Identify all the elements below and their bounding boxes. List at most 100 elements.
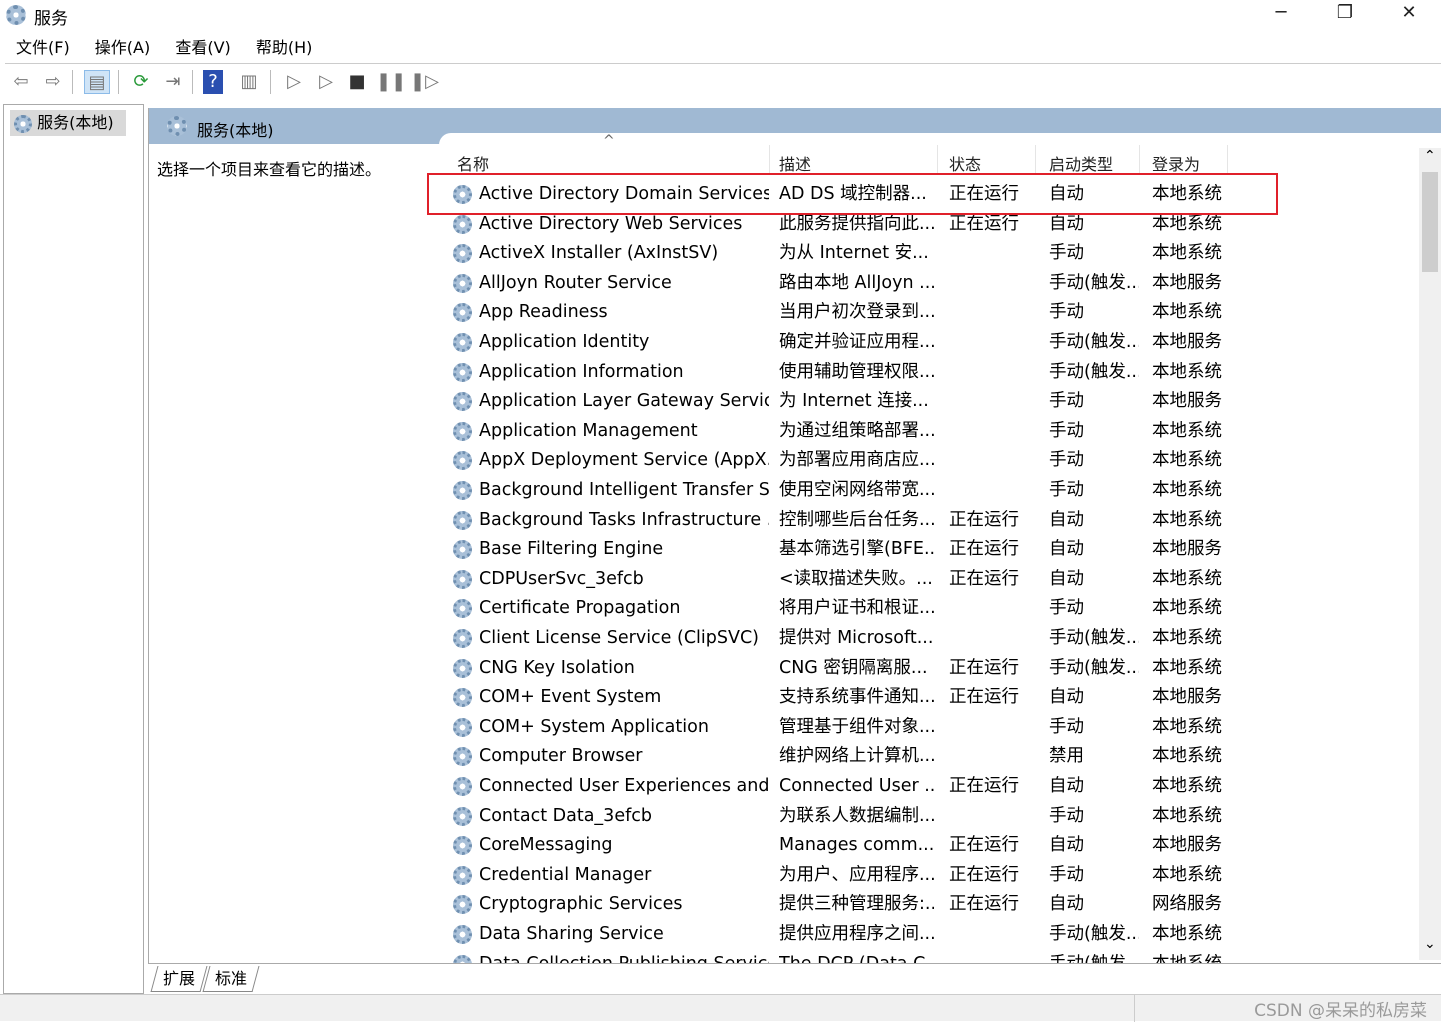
pause-service-icon[interactable]: ❚❚: [376, 70, 406, 94]
column-header-log-on-as[interactable]: 登录为: [1152, 151, 1200, 175]
service-description: CNG 密钥隔离服...: [779, 657, 928, 678]
service-log-on-as: 本地系统: [1152, 776, 1222, 796]
tab-standard[interactable]: 标准: [202, 966, 260, 992]
service-startup-type: 手动(触发...: [1049, 272, 1139, 293]
column-divider[interactable]: [1035, 145, 1036, 175]
column-divider[interactable]: [937, 145, 938, 175]
service-name: AllJoyn Router Service: [479, 272, 672, 293]
service-row[interactable]: App Readiness 当用户初次登录到... 手动 本地系统: [439, 298, 1419, 327]
tree-item-services-local[interactable]: 服务(本地): [10, 110, 126, 136]
service-gear-icon: [453, 717, 472, 737]
service-row[interactable]: Connected User Experiences and ... Connec…: [439, 772, 1419, 801]
service-name: Application Information: [479, 361, 684, 382]
service-log-on-as: 本地系统: [1152, 302, 1222, 323]
divider: [5, 63, 1441, 64]
column-header-status[interactable]: 状态: [949, 151, 981, 175]
start-service-icon[interactable]: ▷: [281, 70, 307, 94]
stop-service-icon[interactable]: ■: [344, 70, 370, 94]
service-row[interactable]: CoreMessaging Manages comm... 正在运行 自动 本地服务: [439, 831, 1419, 860]
help-icon[interactable]: ?: [203, 70, 223, 94]
column-divider[interactable]: [1139, 145, 1140, 175]
service-row[interactable]: Background Intelligent Transfer S... 使用空闲…: [439, 476, 1419, 505]
service-name: COM+ System Application: [479, 716, 709, 737]
menu-view[interactable]: 查看(V): [175, 34, 230, 62]
service-log-on-as: 本地系统: [1152, 805, 1222, 826]
show-action-pane-icon[interactable]: ▥: [236, 70, 262, 94]
menu-action[interactable]: 操作(A): [95, 34, 150, 62]
service-name: Application Management: [479, 420, 698, 441]
service-gear-icon: [453, 895, 472, 915]
service-description: Manages comm...: [779, 835, 934, 856]
service-row[interactable]: Application Information 使用辅助管理权限... 手动(触发.…: [439, 358, 1419, 387]
resume-service-icon[interactable]: ❚▷: [410, 70, 439, 94]
service-row[interactable]: Contact Data_3efcb 为联系人数据编制... 手动 本地系统: [439, 802, 1419, 831]
forward-arrow-icon[interactable]: ⇨: [40, 70, 66, 94]
service-row[interactable]: ActiveX Installer (AxInstSV) 为从 Internet …: [439, 239, 1419, 268]
column-header-name[interactable]: 名称: [457, 151, 489, 175]
service-name: CNG Key Isolation: [479, 657, 635, 678]
service-row[interactable]: Cryptographic Services 提供三种管理服务:... 正在运行 自动…: [439, 890, 1419, 919]
minimize-button[interactable]: ─: [1258, 2, 1304, 28]
service-row[interactable]: Data Collection Publishing Service The DC…: [439, 950, 1419, 963]
service-gear-icon: [453, 510, 472, 530]
service-log-on-as: 本地服务: [1152, 391, 1222, 412]
service-row[interactable]: CNG Key Isolation CNG 密钥隔离服... 正在运行 手动(触发..…: [439, 654, 1419, 683]
service-row[interactable]: Data Sharing Service 提供应用程序之间... 手动(触发... 本…: [439, 920, 1419, 949]
service-gear-icon: [453, 569, 472, 589]
service-row[interactable]: COM+ System Application 管理基于组件对象... 手动 本地系统: [439, 713, 1419, 742]
service-gear-icon: [453, 362, 472, 382]
service-row[interactable]: COM+ Event System 支持系统事件通知... 正在运行 自动 本地服务: [439, 683, 1419, 712]
close-button[interactable]: ✕: [1386, 2, 1432, 28]
service-description: 提供三种管理服务:...: [779, 894, 934, 915]
service-row[interactable]: Credential Manager 为用户、应用程序... 正在运行 手动 本地系统: [439, 861, 1419, 890]
start-service-alt-icon[interactable]: ▷: [313, 70, 339, 94]
column-divider[interactable]: [1227, 145, 1228, 175]
menu-file[interactable]: 文件(F): [16, 34, 70, 62]
menu-help[interactable]: 帮助(H): [256, 34, 313, 62]
service-log-on-as: 网络服务: [1152, 894, 1222, 915]
column-header-startup-type[interactable]: 启动类型: [1049, 151, 1113, 175]
service-row[interactable]: CDPUserSvc_3efcb <读取描述失败。... 正在运行 自动 本地系统: [439, 565, 1419, 594]
service-gear-icon: [453, 451, 472, 471]
service-name: Certificate Propagation: [479, 598, 681, 619]
service-row[interactable]: Application Management 为通过组策略部署... 手动 本地系统: [439, 417, 1419, 446]
service-log-on-as: 本地系统: [1152, 924, 1222, 944]
service-log-on-as: 本地系统: [1152, 657, 1222, 678]
service-log-on-as: 本地系统: [1152, 716, 1222, 737]
service-row[interactable]: Client License Service (ClipSVC) 提供对 Micr…: [439, 624, 1419, 653]
scroll-up-icon[interactable]: ⌃: [1424, 148, 1436, 164]
service-row[interactable]: Computer Browser 维护网络上计算机... 禁用 本地系统: [439, 742, 1419, 771]
service-log-on-as: 本地系统: [1152, 950, 1227, 963]
service-startup-type: 自动: [1049, 539, 1084, 560]
divider: [1134, 995, 1135, 1022]
column-header-description[interactable]: 描述: [779, 151, 811, 175]
service-description: 支持系统事件通知...: [779, 687, 934, 708]
service-row[interactable]: Application Layer Gateway Service 为 Inter…: [439, 387, 1419, 416]
service-row[interactable]: AppX Deployment Service (AppX... 为部署应用商店应…: [439, 446, 1419, 475]
service-startup-type: 手动: [1049, 450, 1084, 471]
export-list-icon[interactable]: ⇥: [160, 70, 186, 94]
service-description: 为通过组策略部署...: [779, 420, 934, 441]
show-hide-console-tree-icon[interactable]: ▤: [84, 70, 110, 94]
restore-button[interactable]: ❐: [1322, 2, 1368, 28]
scrollbar-thumb[interactable]: [1422, 172, 1438, 272]
menu-bar: 文件(F) 操作(A) 查看(V) 帮助(H): [0, 34, 316, 62]
service-row[interactable]: AllJoyn Router Service 路由本地 AllJoyn ... 手动…: [439, 269, 1419, 298]
service-startup-type: 手动: [1049, 391, 1084, 412]
service-row[interactable]: Base Filtering Engine 基本筛选引擎(BFE... 正在运行 自动…: [439, 535, 1419, 564]
panel-title: 服务(本地): [197, 121, 274, 140]
tab-extended[interactable]: 扩展: [150, 966, 208, 992]
service-gear-icon: [453, 333, 472, 352]
service-gear-icon: [453, 925, 472, 944]
back-arrow-icon[interactable]: ⇦: [8, 70, 34, 94]
service-row[interactable]: Background Tasks Infrastructure ... 控制哪些后…: [439, 506, 1419, 535]
refresh-icon[interactable]: ⟳: [128, 70, 154, 94]
vertical-scrollbar[interactable]: ⌃ ⌄: [1419, 148, 1441, 960]
scroll-down-icon[interactable]: ⌄: [1424, 936, 1436, 952]
service-description: 使用辅助管理权限...: [779, 361, 934, 382]
service-row[interactable]: Application Identity 确定并验证应用程... 手动(触发... 本…: [439, 328, 1419, 357]
column-divider[interactable]: [769, 145, 770, 175]
service-name: Client License Service (ClipSVC): [479, 628, 760, 648]
service-row[interactable]: Certificate Propagation 将用户证书和根证... 手动 本地系统: [439, 594, 1419, 623]
tab-label: 标准: [215, 969, 248, 988]
